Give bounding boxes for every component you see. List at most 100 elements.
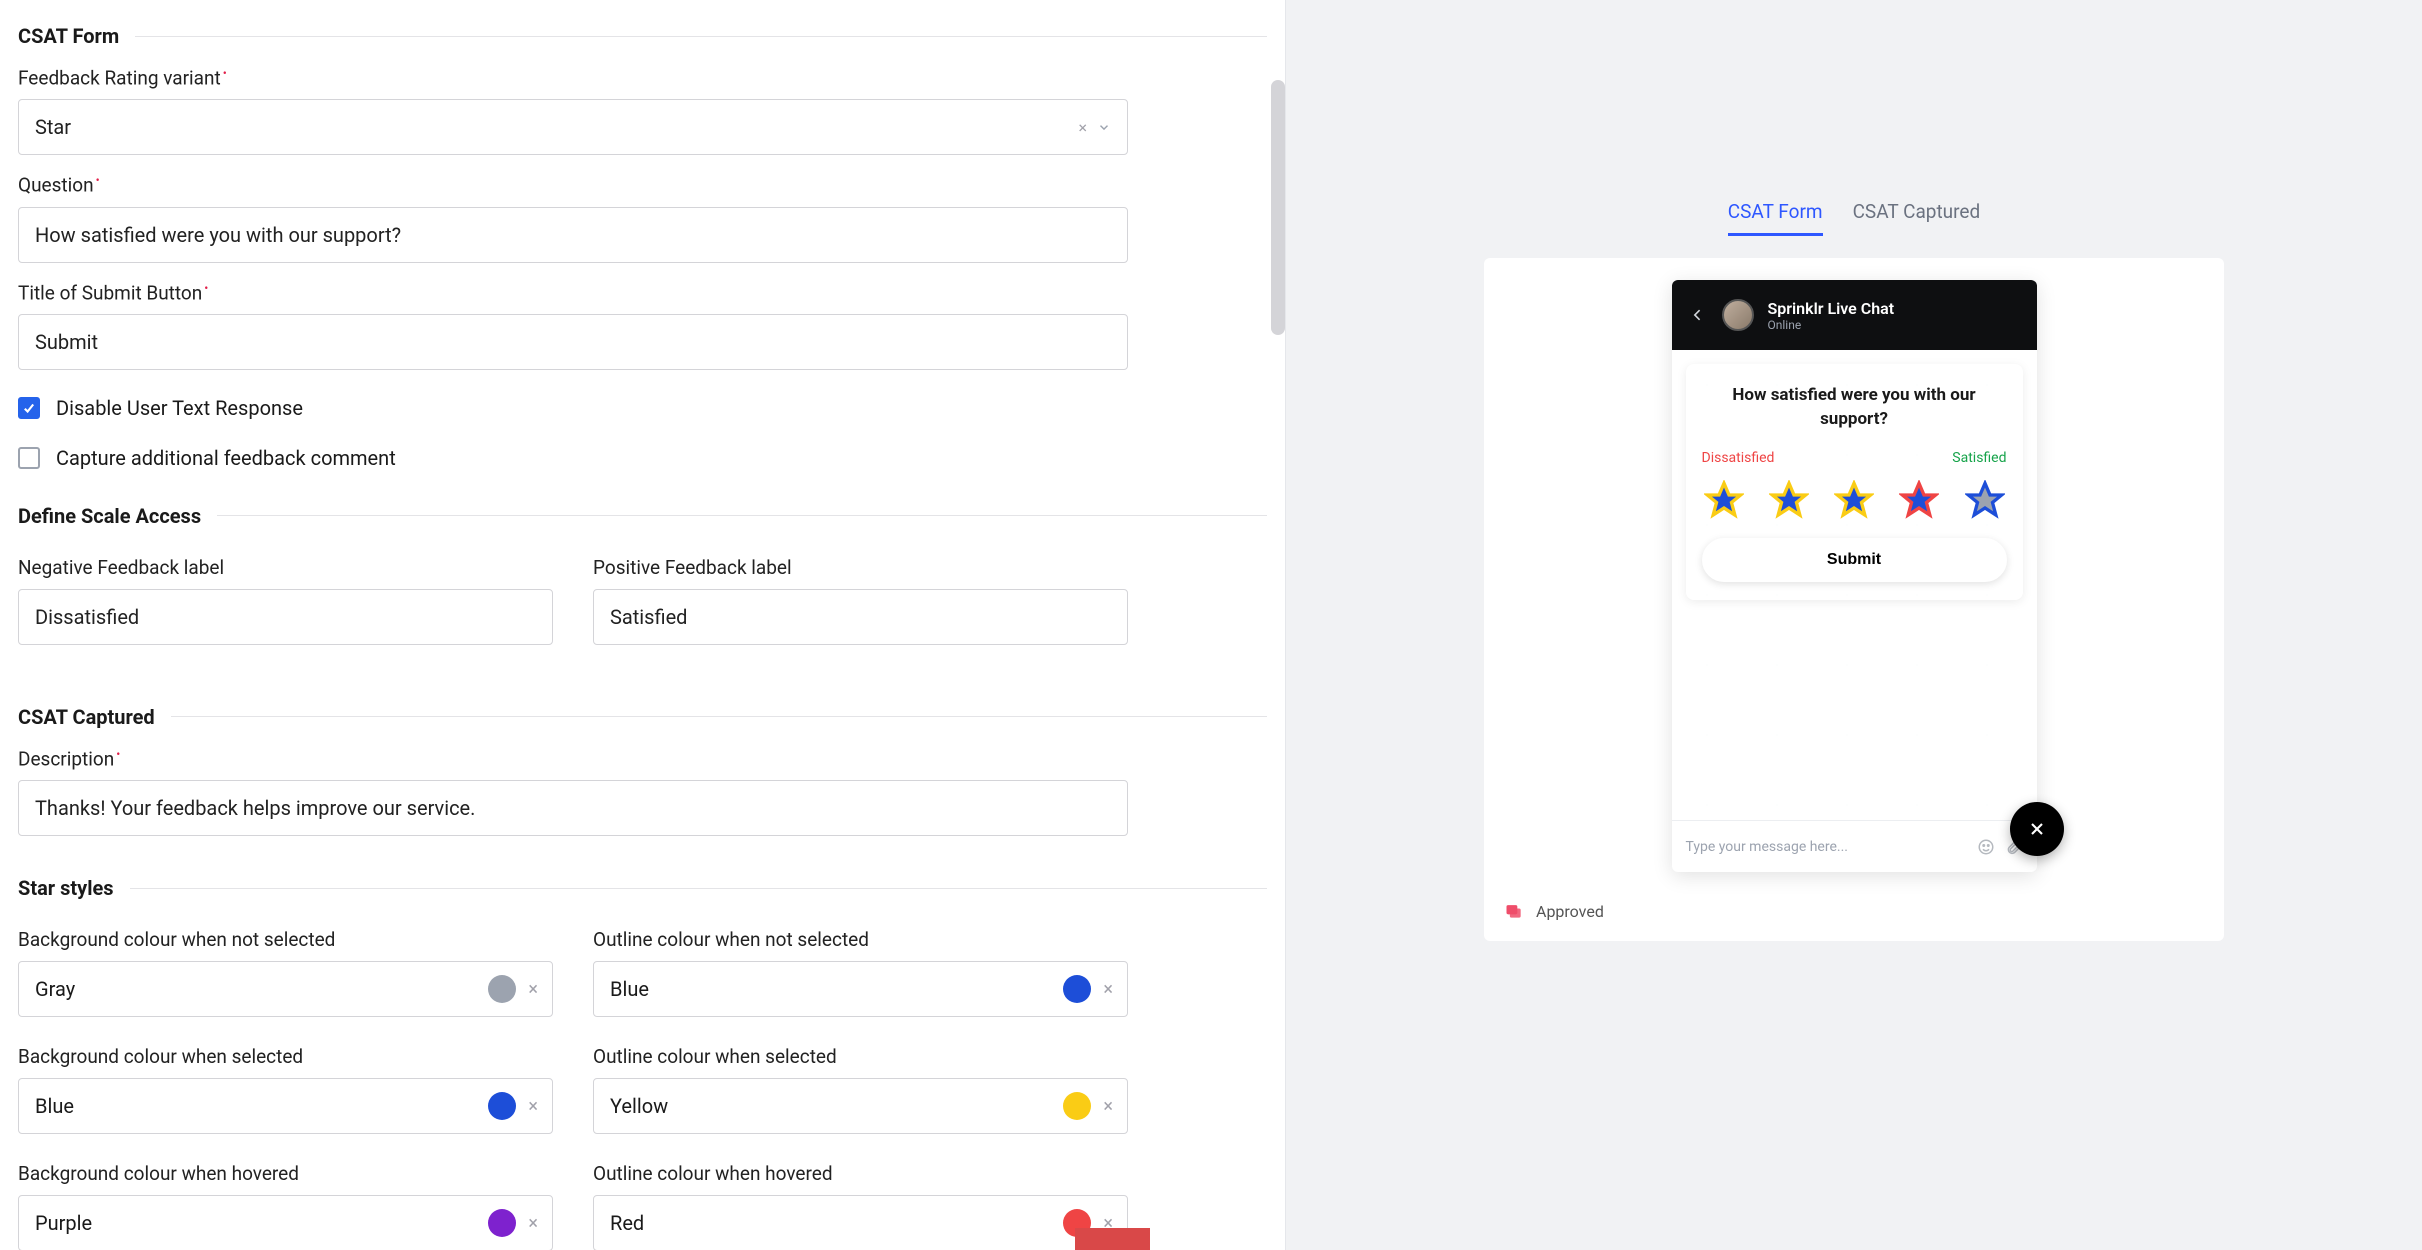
clear-icon[interactable]: × [1103, 979, 1113, 1000]
section-title: Star styles [18, 876, 114, 900]
approved-icon [1504, 901, 1524, 921]
star-3[interactable] [1834, 480, 1874, 520]
label-bg-hovered: Background colour when hovered [18, 1162, 553, 1185]
input-description[interactable]: Thanks! Your feedback helps improve our … [18, 780, 1128, 836]
color-outline-not-selected[interactable]: Blue × [593, 961, 1128, 1017]
color-name: Purple [35, 1211, 92, 1235]
section-define-scale: Define Scale Access [18, 504, 1267, 528]
input-value: How satisfied were you with our support? [35, 223, 401, 247]
chevron-down-icon[interactable] [1097, 120, 1111, 134]
label-neg-feedback: Negative Feedback label [18, 556, 553, 579]
checkbox-capture-extra[interactable]: Capture additional feedback comment [18, 446, 1267, 470]
checkbox-icon[interactable] [18, 447, 40, 469]
swatch [488, 1209, 516, 1237]
tab-csat-captured[interactable]: CSAT Captured [1853, 200, 1981, 236]
chat-body: How satisfied were you with our support?… [1672, 350, 2037, 820]
preview-pane: CSAT Form CSAT Captured Sprinklr Live Ch… [1285, 0, 2422, 1250]
preview-card: Sprinklr Live Chat Online How satisfied … [1484, 258, 2224, 941]
section-csat-captured: CSAT Captured [18, 705, 1267, 729]
csat-question: How satisfied were you with our support? [1702, 384, 2007, 432]
star-2[interactable] [1769, 480, 1809, 520]
chat-header: Sprinklr Live Chat Online [1672, 280, 2037, 350]
label-description: Description• [18, 747, 1267, 770]
label-submit-title: Title of Submit Button• [18, 281, 1267, 304]
divider [171, 716, 1267, 717]
chat-input-bar[interactable]: Type your message here... [1672, 820, 2037, 872]
config-form-pane: CSAT Form Feedback Rating variant• Star … [0, 0, 1285, 1250]
swatch [1063, 975, 1091, 1003]
avatar [1722, 299, 1754, 331]
chat-status: Online [1768, 318, 1895, 332]
divider [130, 888, 1267, 889]
input-neg-feedback[interactable]: Dissatisfied [18, 589, 553, 645]
swatch [488, 1092, 516, 1120]
color-name: Blue [610, 977, 649, 1001]
clear-icon[interactable]: × [1103, 1096, 1113, 1117]
select-value: Star [35, 115, 71, 139]
swatch [488, 975, 516, 1003]
input-question[interactable]: How satisfied were you with our support? [18, 207, 1128, 263]
clear-icon[interactable]: × [528, 979, 538, 1000]
color-bg-selected[interactable]: Blue × [18, 1078, 553, 1134]
back-icon[interactable] [1688, 305, 1708, 325]
star-4[interactable] [1899, 480, 1939, 520]
checkbox-label: Disable User Text Response [56, 396, 303, 420]
star-row [1702, 480, 2007, 520]
swatch [1063, 1092, 1091, 1120]
csat-neg-label: Dissatisfied [1702, 450, 1775, 466]
input-pos-feedback[interactable]: Satisfied [593, 589, 1128, 645]
color-outline-hovered[interactable]: Red × [593, 1195, 1128, 1250]
clear-icon[interactable]: × [1078, 118, 1087, 137]
divider [217, 515, 1267, 516]
label-outline-hovered: Outline colour when hovered [593, 1162, 1128, 1185]
input-value: Submit [35, 330, 98, 354]
csat-submit-button[interactable]: Submit [1702, 538, 2007, 582]
chat-title: Sprinklr Live Chat [1768, 299, 1895, 318]
label-feedback-variant: Feedback Rating variant• [18, 66, 1267, 89]
tab-csat-form[interactable]: CSAT Form [1728, 200, 1823, 236]
color-outline-selected[interactable]: Yellow × [593, 1078, 1128, 1134]
label-bg-selected: Background colour when selected [18, 1045, 553, 1068]
color-name: Yellow [610, 1094, 668, 1118]
section-csat-form: CSAT Form [18, 24, 1267, 48]
color-bg-hovered[interactable]: Purple × [18, 1195, 553, 1250]
label-pos-feedback: Positive Feedback label [593, 556, 1128, 579]
checkbox-disable-text[interactable]: Disable User Text Response [18, 396, 1267, 420]
clear-icon[interactable]: × [528, 1096, 538, 1117]
label-question: Question• [18, 173, 1267, 196]
section-title: Define Scale Access [18, 504, 201, 528]
color-name: Blue [35, 1094, 74, 1118]
section-title: CSAT Captured [18, 705, 155, 729]
chat-widget: Sprinklr Live Chat Online How satisfied … [1672, 280, 2037, 872]
preview-tabs: CSAT Form CSAT Captured [1728, 200, 1980, 236]
approved-row: Approved [1484, 882, 2224, 921]
input-value: Satisfied [610, 605, 687, 629]
input-submit-title[interactable]: Submit [18, 314, 1128, 370]
csat-pos-label: Satisfied [1952, 450, 2006, 466]
section-star-styles: Star styles [18, 876, 1267, 900]
csat-card: How satisfied were you with our support?… [1686, 364, 2023, 600]
clear-icon[interactable]: × [528, 1213, 538, 1234]
checkbox-icon[interactable] [18, 397, 40, 419]
select-feedback-variant[interactable]: Star × [18, 99, 1128, 155]
label-bg-not-selected: Background colour when not selected [18, 928, 553, 951]
chat-input-placeholder: Type your message here... [1686, 839, 1967, 855]
star-5[interactable] [1965, 480, 2005, 520]
close-chat-button[interactable] [2010, 802, 2064, 856]
label-outline-selected: Outline colour when selected [593, 1045, 1128, 1068]
footer-indicator [1075, 1228, 1150, 1250]
scroll-area[interactable]: CSAT Form Feedback Rating variant• Star … [18, 24, 1267, 1250]
color-name: Gray [35, 977, 75, 1001]
approved-label: Approved [1536, 902, 1604, 921]
checkbox-label: Capture additional feedback comment [56, 446, 396, 470]
divider [135, 36, 1267, 37]
input-value: Dissatisfied [35, 605, 139, 629]
color-bg-not-selected[interactable]: Gray × [18, 961, 553, 1017]
label-outline-not-selected: Outline colour when not selected [593, 928, 1128, 951]
color-name: Red [610, 1211, 644, 1235]
section-title: CSAT Form [18, 24, 119, 48]
star-1[interactable] [1704, 480, 1744, 520]
emoji-icon[interactable] [1977, 838, 1995, 856]
scrollbar[interactable] [1271, 80, 1285, 335]
input-value: Thanks! Your feedback helps improve our … [35, 796, 475, 820]
